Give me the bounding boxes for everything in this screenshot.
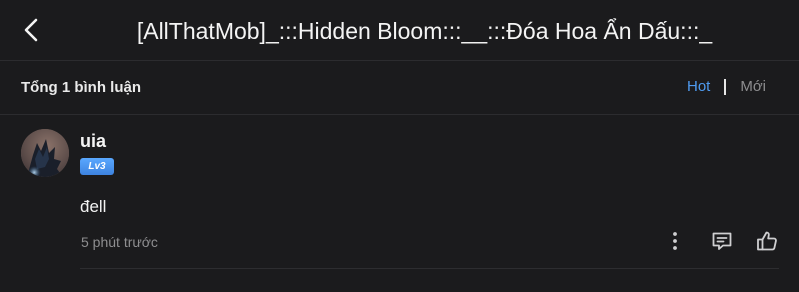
comment-item: uia Lv3 đell 5 phút trước: [0, 115, 799, 292]
comment-timestamp: 5 phút trước: [81, 234, 158, 250]
like-button[interactable]: [755, 229, 779, 253]
reply-comment-icon: [712, 232, 732, 250]
back-button[interactable]: [14, 13, 48, 47]
avatar-image: [21, 129, 69, 177]
chevron-left-icon: [24, 18, 38, 42]
sort-hot-tab[interactable]: Hot: [687, 78, 710, 95]
top-bar: [AllThatMob]_:::Hidden Bloom:::__:::Đóa …: [0, 0, 799, 61]
sort-switcher: Hot Mới: [687, 78, 766, 95]
comment-actions: [663, 229, 779, 253]
page-title: [AllThatMob]_:::Hidden Bloom:::__:::Đóa …: [136, 18, 713, 44]
sort-divider: [724, 78, 727, 95]
comment-divider: [80, 268, 779, 269]
user-level-badge: Lv3: [80, 158, 114, 175]
comments-summary-bar: Tổng 1 bình luận Hot Mới: [0, 61, 799, 115]
avatar[interactable]: [21, 129, 69, 177]
comment-username[interactable]: uia: [80, 131, 106, 152]
comment-count-label: Tổng 1 bình luận: [21, 79, 141, 96]
more-options-button[interactable]: [663, 229, 687, 253]
like-thumb-icon: [757, 231, 777, 251]
reply-button[interactable]: [710, 229, 734, 253]
comment-text: đell: [80, 197, 107, 216]
sort-new-tab[interactable]: Mới: [740, 78, 766, 95]
comments-page: [AllThatMob]_:::Hidden Bloom:::__:::Đóa …: [0, 0, 799, 292]
more-vertical-icon: [673, 232, 677, 250]
